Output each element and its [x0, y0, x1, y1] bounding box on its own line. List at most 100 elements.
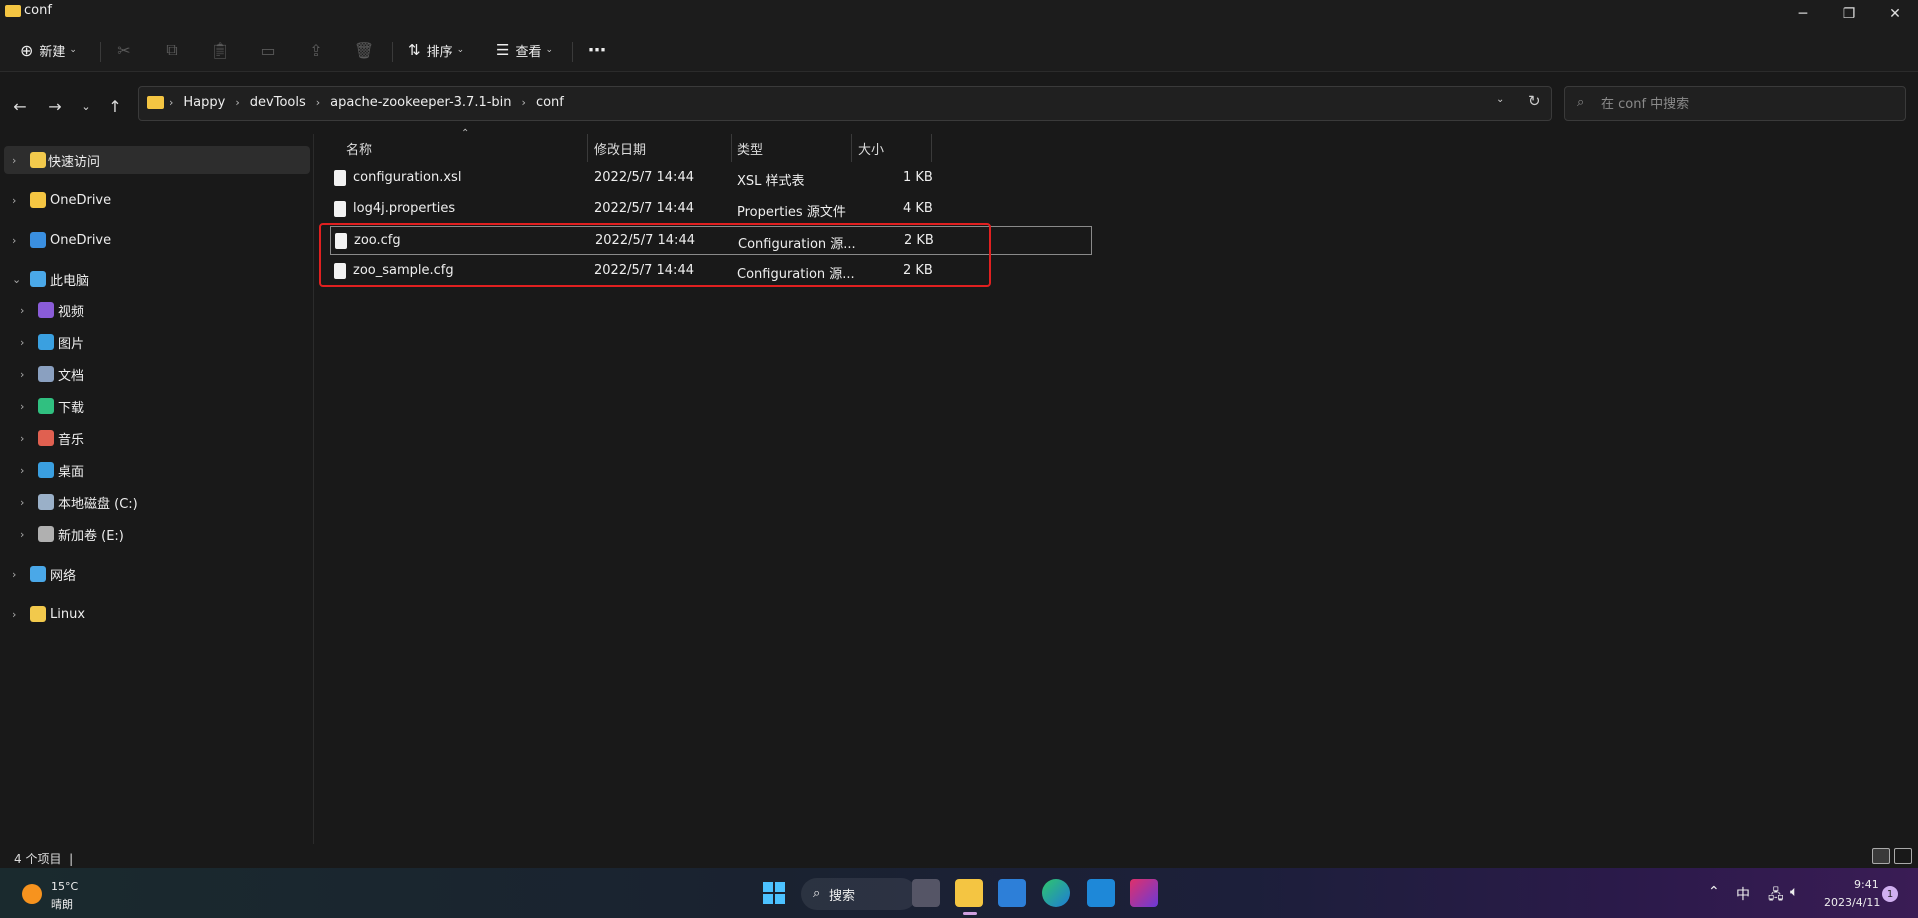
microsoft-store-icon[interactable] — [998, 879, 1026, 907]
breadcrumb-item[interactable]: conf — [536, 95, 564, 110]
search-box[interactable]: ⌕ — [1564, 86, 1906, 121]
show-hidden-icons-chevron-icon[interactable]: ⌃ — [1708, 884, 1720, 900]
chevron-right-icon[interactable]: › — [20, 400, 32, 413]
file-explorer-icon[interactable] — [955, 879, 983, 907]
sidebar-item-label: 网络 — [50, 568, 77, 584]
file-size: 1 KB — [903, 170, 933, 185]
windows-logo-tile — [763, 882, 773, 892]
chevron-right-icon[interactable]: › — [20, 464, 32, 477]
sidebar-item[interactable]: › OneDrive — [4, 186, 310, 214]
toolbar-divider — [572, 42, 573, 62]
video-icon — [38, 302, 54, 318]
new-button[interactable]: ⊕ 新建 ⌄ — [20, 38, 77, 62]
active-app-indicator — [963, 912, 977, 915]
chevron-right-icon[interactable]: › — [20, 336, 32, 349]
back-arrow-icon[interactable]: ← — [8, 94, 32, 118]
sidebar-item[interactable]: › Linux — [4, 600, 310, 628]
sort-label: 排序 — [426, 44, 453, 60]
sidebar-item[interactable]: › OneDrive — [4, 226, 310, 254]
share-icon[interactable]: ⇪ — [306, 40, 326, 60]
sidebar-item[interactable]: › 下载 — [4, 392, 310, 420]
sidebar-item[interactable]: › 网络 — [4, 560, 310, 588]
search-input[interactable] — [1601, 94, 1891, 114]
weather-sun-icon[interactable] — [22, 884, 42, 904]
chevron-right-icon[interactable]: › — [20, 528, 32, 541]
intellij-idea-icon[interactable] — [1130, 879, 1158, 907]
more-options-button[interactable]: ⋯ — [588, 38, 606, 62]
weather-description[interactable]: 晴朗 — [51, 896, 73, 912]
edge-browser-icon[interactable] — [1042, 879, 1070, 907]
clock-time[interactable]: 9:41 — [1854, 878, 1879, 891]
breadcrumb: › Happy › devTools › apache-zookeeper-3.… — [169, 95, 564, 110]
chevron-right-icon[interactable]: › — [12, 234, 24, 247]
file-row[interactable]: configuration.xsl 2022/5/7 14:44 XSL 样式表 1 … — [330, 164, 1092, 193]
notification-badge[interactable]: 1 — [1882, 886, 1898, 902]
column-divider[interactable] — [731, 134, 732, 162]
clock-date[interactable]: 2023/4/11 — [1824, 896, 1880, 909]
address-history-chevron-icon[interactable]: ⌄ — [1496, 94, 1504, 105]
network-status-icon[interactable]: 🖧︎ — [1768, 884, 1784, 908]
file-row[interactable]: log4j.properties 2022/5/7 14:44 Properties… — [330, 195, 1092, 224]
title-bar: conf ─ ❐ ✕ — [0, 0, 1918, 28]
sidebar-item-label: OneDrive — [50, 232, 112, 248]
sidebar-item[interactable]: ⌄ 此电脑 — [4, 265, 310, 293]
toolbar-divider — [392, 42, 393, 62]
chevron-right-icon[interactable]: › — [235, 96, 239, 109]
input-method-indicator[interactable]: 中 — [1736, 884, 1750, 904]
sidebar-item[interactable]: › 音乐 — [4, 424, 310, 452]
sort-button[interactable]: ⇅ 排序 ⌄ — [408, 38, 464, 62]
cut-icon[interactable]: ✂ — [114, 40, 134, 60]
column-header-modified[interactable]: 修改日期 — [594, 134, 646, 162]
rename-icon[interactable]: ▭ — [258, 40, 278, 60]
address-bar[interactable]: › Happy › devTools › apache-zookeeper-3.… — [138, 86, 1552, 121]
chevron-right-icon[interactable]: › — [12, 194, 24, 207]
copy-icon[interactable]: ⧉ — [162, 40, 182, 60]
minimize-button[interactable]: ─ — [1780, 0, 1826, 28]
chevron-down-icon[interactable]: ⌄ — [12, 273, 24, 286]
vscode-icon[interactable] — [1087, 879, 1115, 907]
start-windows-icon[interactable] — [760, 879, 788, 907]
recent-locations-chevron-icon[interactable]: ⌄ — [74, 94, 98, 118]
sidebar-item[interactable]: › 图片 — [4, 328, 310, 356]
sidebar-item[interactable]: › 新加卷 (E:) — [4, 520, 310, 548]
column-divider[interactable] — [587, 134, 588, 162]
tiles-view-icon[interactable] — [1894, 848, 1912, 864]
weather-temperature[interactable]: 15°C — [51, 880, 78, 893]
chevron-right-icon[interactable]: › — [20, 304, 32, 317]
paste-icon[interactable]: 📋︎ — [210, 40, 230, 60]
sidebar-item[interactable]: › 文档 — [4, 360, 310, 388]
forward-arrow-icon[interactable]: → — [43, 94, 67, 118]
breadcrumb-item[interactable]: apache-zookeeper-3.7.1-bin — [330, 95, 511, 110]
sidebar-item[interactable]: › 视频 — [4, 296, 310, 324]
chevron-right-icon[interactable]: › — [12, 154, 24, 167]
chevron-right-icon[interactable]: › — [522, 96, 526, 109]
volume-icon[interactable]: 🔈︎ — [1790, 884, 1798, 900]
taskbar-search-button[interactable]: ⌕ 搜索 — [801, 878, 917, 910]
up-arrow-icon[interactable]: ↑ — [103, 94, 127, 118]
chevron-right-icon[interactable]: › — [20, 368, 32, 381]
task-view-icon[interactable] — [912, 879, 940, 907]
computer-icon — [30, 271, 46, 287]
column-divider[interactable] — [851, 134, 852, 162]
column-header-type[interactable]: 类型 — [737, 134, 763, 162]
chevron-right-icon[interactable]: › — [20, 432, 32, 445]
breadcrumb-item[interactable]: devTools — [250, 95, 306, 110]
chevron-right-icon[interactable]: › — [12, 568, 24, 581]
chevron-right-icon[interactable]: › — [20, 496, 32, 509]
close-button[interactable]: ✕ — [1872, 0, 1918, 28]
sidebar-item[interactable]: › 本地磁盘 (C:) — [4, 488, 310, 516]
chevron-right-icon[interactable]: › — [316, 96, 320, 109]
breadcrumb-item[interactable]: Happy — [183, 95, 225, 110]
restore-button[interactable]: ❐ — [1826, 0, 1872, 28]
delete-icon[interactable]: 🗑︎ — [354, 40, 374, 60]
view-button[interactable]: ☰ 查看 ⌄ — [496, 38, 553, 62]
column-header-size[interactable]: 大小 — [858, 134, 884, 162]
details-view-icon[interactable] — [1872, 848, 1890, 864]
column-header-name[interactable]: 名称 — [346, 134, 372, 162]
sidebar-item[interactable]: › 桌面 — [4, 456, 310, 484]
chevron-right-icon[interactable]: › — [12, 608, 24, 621]
windows-logo-tile — [775, 882, 785, 892]
refresh-icon[interactable]: ↻ — [1528, 92, 1541, 110]
sidebar-item[interactable]: › 快速访问 — [4, 146, 310, 174]
column-divider[interactable] — [931, 134, 932, 162]
